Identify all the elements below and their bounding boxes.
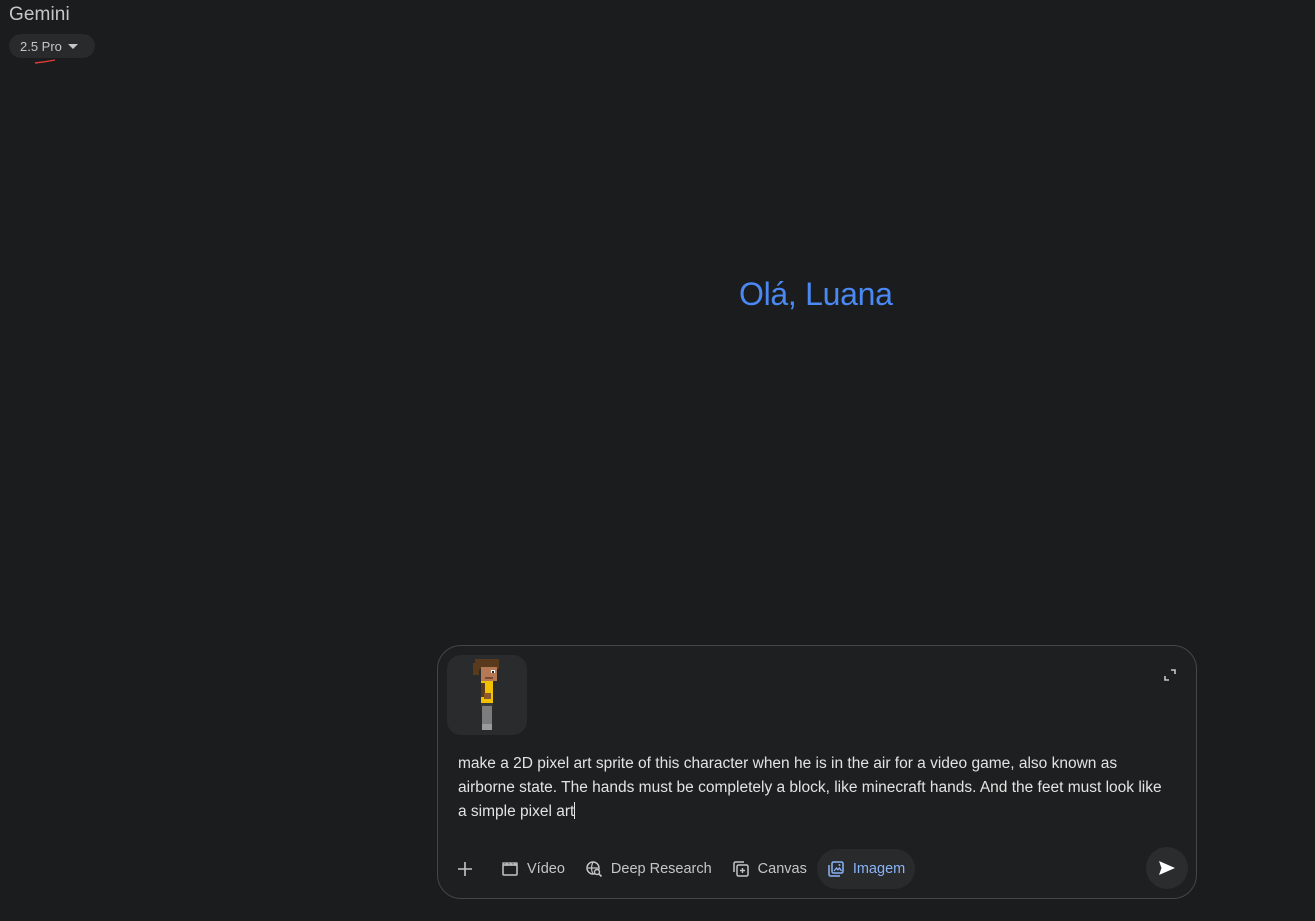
app-title: Gemini	[9, 4, 70, 25]
add-button[interactable]	[447, 849, 483, 889]
research-globe-icon	[586, 861, 602, 878]
expand-icon[interactable]	[1161, 666, 1179, 684]
model-selector[interactable]: 2.5 Pro	[9, 34, 95, 64]
clapperboard-icon	[502, 862, 518, 876]
prompt-input[interactable]: make a 2D pixel art sprite of this chara…	[458, 752, 1168, 824]
video-tool-label: Vídeo	[527, 861, 565, 877]
composer-toolbar: Vídeo Deep Research Canvas Imagem	[447, 849, 916, 889]
canvas-tool-label: Canvas	[757, 861, 807, 877]
spellcheck-underline	[34, 59, 56, 64]
attachment-thumbnail[interactable]	[447, 655, 527, 735]
prompt-composer: make a 2D pixel art sprite of this chara…	[437, 645, 1197, 899]
image-stack-icon	[828, 861, 844, 877]
image-tool-button[interactable]: Imagem	[816, 849, 916, 889]
text-cursor	[574, 802, 576, 819]
model-label: 2.5 Pro	[20, 38, 62, 54]
canvas-tool-button[interactable]: Canvas	[722, 849, 817, 889]
image-tool-label: Imagem	[852, 861, 906, 877]
send-icon	[1159, 861, 1175, 875]
character-sprite-image	[473, 659, 499, 730]
canvas-icon	[732, 861, 749, 877]
prompt-text: make a 2D pixel art sprite of this chara…	[458, 755, 1166, 820]
plus-icon	[458, 862, 472, 876]
deep-research-label: Deep Research	[610, 861, 712, 877]
deep-research-button[interactable]: Deep Research	[575, 849, 722, 889]
send-button[interactable]	[1146, 847, 1188, 889]
video-tool-button[interactable]: Vídeo	[491, 849, 575, 889]
chevron-down-icon	[67, 43, 78, 49]
greeting: Olá, Luana	[739, 276, 893, 312]
